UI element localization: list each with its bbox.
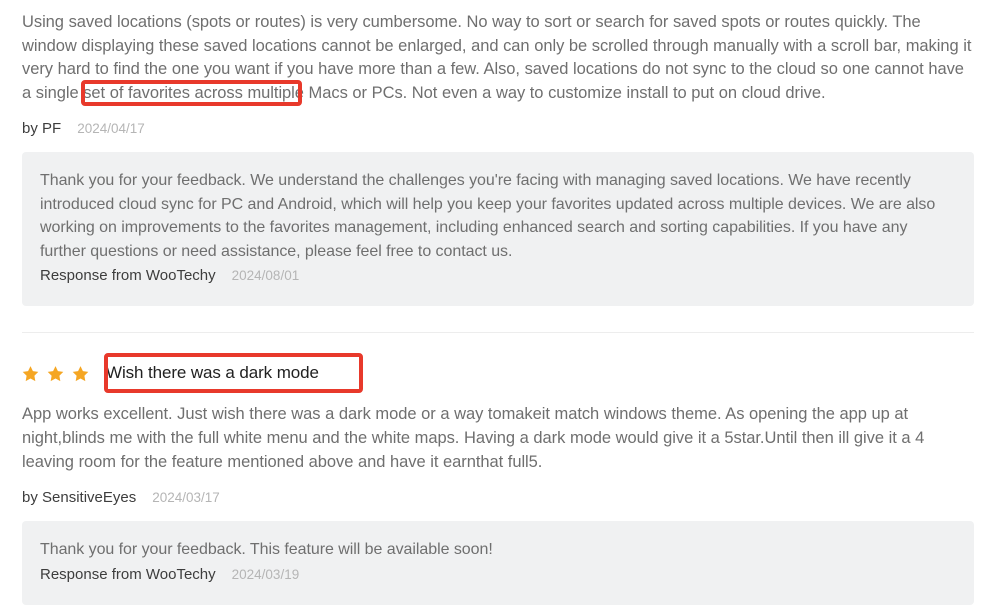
star-icon [47, 366, 64, 381]
vendor-response-author: Response from WooTechy [40, 565, 216, 583]
review-byline: by SensitiveEyes 2024/03/17 [22, 488, 974, 508]
review-list-page: Using saved locations (spots or routes) … [0, 0, 996, 612]
review-title: Wish there was a dark mode [106, 363, 319, 383]
review-byline: by PF 2024/04/17 [22, 119, 974, 139]
star-rating [22, 365, 89, 382]
star-icon [72, 366, 89, 381]
vendor-response-footer: Response from WooTechy 2024/08/01 [40, 265, 956, 287]
review-date: 2024/03/17 [152, 490, 220, 506]
review-item: App works excellent. Just wish there was… [0, 403, 996, 605]
star-icon [22, 366, 39, 381]
review-author: by PF [22, 120, 62, 138]
vendor-response-text: Thank you for your feedback. This featur… [40, 541, 493, 559]
review-date: 2024/04/17 [77, 121, 145, 137]
vendor-response-date: 2024/03/19 [231, 566, 300, 582]
vendor-response-date: 2024/08/01 [231, 268, 300, 284]
review-title-row: Wish there was a dark mode [0, 353, 996, 393]
vendor-response: Thank you for your feedback. This featur… [22, 521, 974, 605]
review-divider [22, 332, 974, 334]
review-body-text: Using saved locations (spots or routes) … [22, 13, 972, 102]
vendor-response: Thank you for your feedback. We understa… [22, 152, 974, 307]
review-author: by SensitiveEyes [22, 489, 137, 507]
review-item: Using saved locations (spots or routes) … [0, 0, 996, 307]
review-body-text: App works excellent. Just wish there was… [22, 405, 925, 471]
vendor-response-text: Thank you for your feedback. We understa… [40, 172, 936, 260]
vendor-response-footer: Response from WooTechy 2024/03/19 [40, 564, 956, 586]
vendor-response-author: Response from WooTechy [40, 267, 216, 285]
